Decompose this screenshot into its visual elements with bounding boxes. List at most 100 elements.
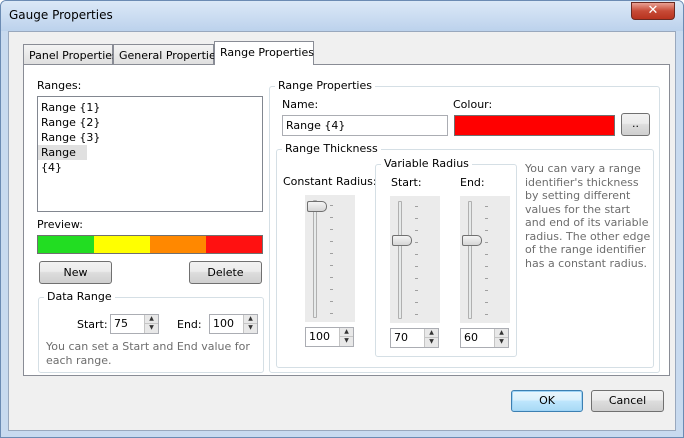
- range-properties-group: Range Properties Name: Range {4} Colour:…: [269, 79, 660, 373]
- close-icon: ✕: [647, 3, 659, 18]
- slider-thumb[interactable]: [392, 235, 412, 246]
- slider-thumb[interactable]: [307, 201, 327, 212]
- spin-down-icon[interactable]: ▼: [144, 324, 158, 333]
- preview-bar: [37, 235, 263, 254]
- window-title: Gauge Properties: [9, 8, 113, 22]
- spin-down-icon[interactable]: ▼: [243, 324, 257, 333]
- slider-tick: [330, 229, 333, 230]
- variable-end-slider[interactable]: [460, 196, 510, 323]
- spin-down-icon[interactable]: ▼: [494, 338, 508, 347]
- slider-tick: [415, 242, 418, 243]
- ranges-listbox[interactable]: Range {1} Range {2} Range {3} Range {4}: [37, 96, 263, 212]
- list-item[interactable]: Range {2}: [38, 115, 262, 130]
- slider-tick: [415, 254, 418, 255]
- slider-tick: [485, 230, 488, 231]
- slider-thumb[interactable]: [462, 235, 482, 246]
- constant-radius-stepper[interactable]: 100 ▲ ▼: [305, 327, 354, 347]
- constant-radius-slider[interactable]: [305, 195, 355, 322]
- range-thickness-help: You can vary a range identifier's thickn…: [525, 162, 651, 270]
- constant-radius-label: Constant Radius:: [283, 175, 377, 188]
- constant-radius-value: 100: [309, 330, 330, 343]
- data-range-group: Data Range Start: 75 ▲ ▼ End: 100 ▲ ▼ Yo…: [38, 290, 264, 373]
- slider-tick: [330, 253, 333, 254]
- slider-tick: [485, 242, 488, 243]
- dialog-window: Gauge Properties ✕ Panel Properties Gene…: [0, 0, 684, 438]
- slider-tick: [485, 266, 488, 267]
- slider-tick: [415, 302, 418, 303]
- slider-tick: [485, 314, 488, 315]
- spin-up-icon[interactable]: ▲: [339, 328, 353, 337]
- variable-end-label: End:: [460, 176, 485, 189]
- tab-label: Range Properties: [220, 46, 314, 59]
- tab-panel-properties[interactable]: Panel Properties: [23, 44, 118, 65]
- spin-up-icon[interactable]: ▲: [494, 329, 508, 338]
- slider-tick: [330, 217, 333, 218]
- tab-label: General Properties: [119, 49, 222, 62]
- slider-tick: [330, 205, 333, 206]
- spin-up-icon[interactable]: ▲: [144, 315, 158, 324]
- slider-tick: [330, 313, 333, 314]
- slider-tick: [415, 290, 418, 291]
- slider-track: [398, 201, 402, 319]
- variable-start-slider[interactable]: [390, 196, 440, 323]
- preview-segment: [94, 236, 150, 253]
- spin-up-icon[interactable]: ▲: [424, 329, 438, 338]
- start-label: Start:: [77, 318, 108, 331]
- preview-segment: [38, 236, 94, 253]
- variable-radius-title: Variable Radius: [381, 157, 472, 170]
- variable-start-label: Start:: [391, 176, 422, 189]
- slider-tick: [415, 278, 418, 279]
- new-button[interactable]: New: [39, 261, 112, 284]
- start-value: 75: [114, 317, 128, 330]
- list-item[interactable]: Range {3}: [38, 130, 262, 145]
- dialog-client: Panel Properties General Properties Rang…: [8, 31, 676, 431]
- slider-tick: [485, 218, 488, 219]
- data-range-title: Data Range: [44, 290, 115, 303]
- end-value: 100: [213, 317, 234, 330]
- colour-picker-button[interactable]: ..: [621, 113, 650, 136]
- slider-tick: [330, 301, 333, 302]
- variable-start-value: 70: [394, 331, 408, 344]
- start-stepper[interactable]: 75 ▲ ▼: [110, 314, 159, 334]
- slider-tick: [330, 277, 333, 278]
- slider-tick: [415, 230, 418, 231]
- spin-down-icon[interactable]: ▼: [339, 337, 353, 346]
- cancel-button[interactable]: Cancel: [591, 390, 664, 412]
- slider-tick: [330, 241, 333, 242]
- title-bar: Gauge Properties ✕: [1, 1, 683, 31]
- colour-swatch[interactable]: [454, 115, 615, 136]
- ok-button[interactable]: OK: [511, 390, 583, 412]
- list-item[interactable]: Range {1}: [38, 100, 262, 115]
- data-range-help: You can set a Start and End value for ea…: [46, 340, 250, 367]
- variable-start-stepper[interactable]: 70 ▲ ▼: [390, 328, 439, 348]
- spin-down-icon[interactable]: ▼: [424, 338, 438, 347]
- slider-track: [468, 201, 472, 319]
- tab-range-properties[interactable]: Range Properties: [214, 41, 314, 65]
- delete-button[interactable]: Delete: [189, 261, 262, 284]
- tab-label: Panel Properties: [29, 49, 118, 62]
- slider-tick: [415, 218, 418, 219]
- slider-tick: [330, 265, 333, 266]
- end-label: End:: [177, 318, 202, 331]
- slider-tick: [485, 302, 488, 303]
- variable-end-stepper[interactable]: 60 ▲ ▼: [460, 328, 509, 348]
- end-stepper[interactable]: 100 ▲ ▼: [209, 314, 258, 334]
- list-item-selected[interactable]: Range {4}: [38, 145, 87, 174]
- spin-up-icon[interactable]: ▲: [243, 315, 257, 324]
- slider-tick: [485, 254, 488, 255]
- variable-radius-group: Variable Radius Start: End: 70 ▲ ▼ 60 ▲ …: [375, 157, 517, 357]
- slider-tick: [485, 290, 488, 291]
- slider-tick: [415, 206, 418, 207]
- preview-segment: [150, 236, 206, 253]
- slider-tick: [485, 206, 488, 207]
- close-button[interactable]: ✕: [631, 2, 675, 20]
- slider-tick: [415, 314, 418, 315]
- tab-general-properties[interactable]: General Properties: [113, 44, 221, 65]
- colour-label: Colour:: [453, 98, 493, 111]
- slider-tick: [330, 289, 333, 290]
- slider-tick: [415, 266, 418, 267]
- range-thickness-group: Range Thickness Constant Radius: 100 ▲ ▼…: [276, 142, 654, 368]
- name-input[interactable]: Range {4}: [282, 115, 448, 136]
- name-label: Name:: [282, 98, 319, 111]
- range-properties-panel: Ranges: Range {1} Range {2} Range {3} Ra…: [23, 64, 670, 376]
